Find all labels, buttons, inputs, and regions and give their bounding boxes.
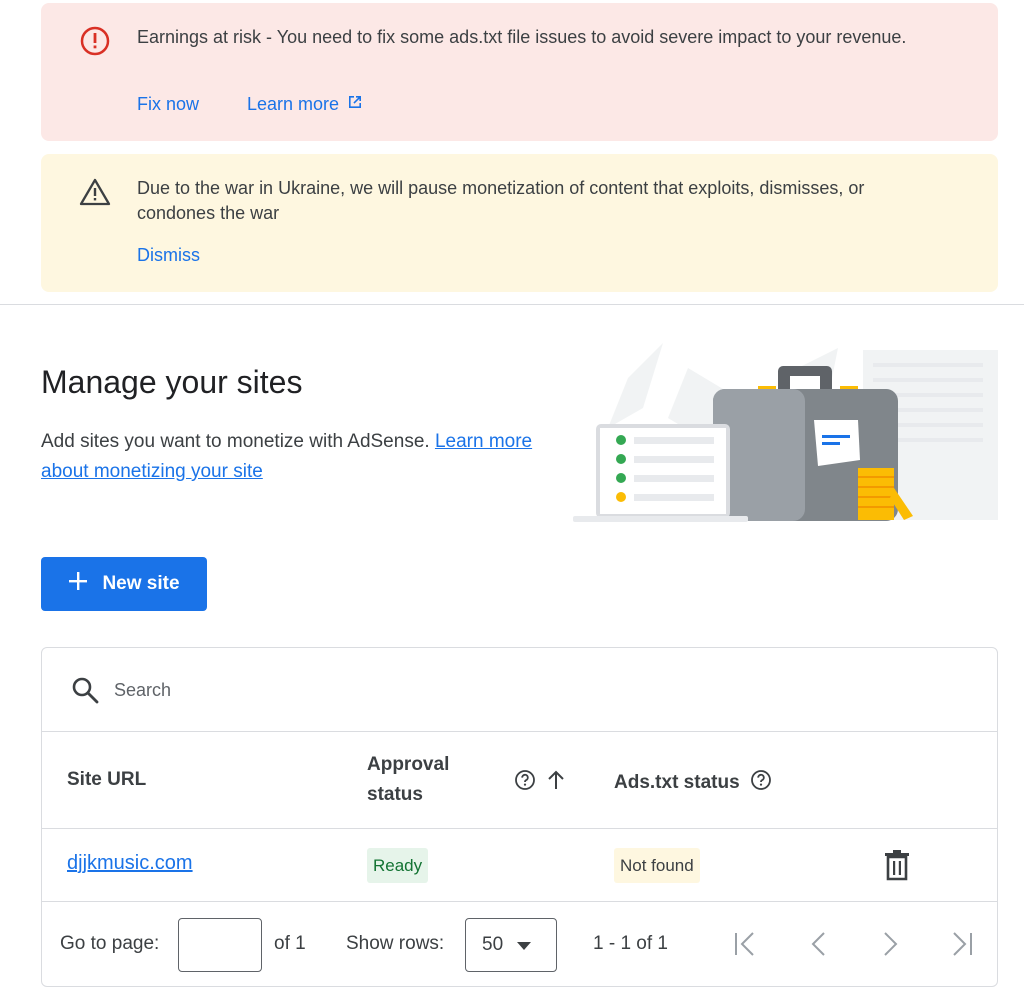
previous-page-icon[interactable] — [805, 930, 833, 958]
learn-more-link[interactable]: Learn more — [247, 94, 363, 115]
warning-icon — [79, 176, 111, 208]
new-site-button[interactable]: New site — [41, 557, 207, 611]
go-to-page-label: Go to page: — [60, 933, 160, 954]
ukraine-warning-alert: Due to the war in Ukraine, we will pause… — [41, 154, 998, 292]
search-input[interactable] — [114, 674, 614, 706]
open-in-new-icon — [347, 94, 363, 115]
page-count: of 1 — [274, 933, 306, 954]
column-site-url[interactable]: Site URL — [67, 769, 146, 791]
fix-now-label: Fix now — [137, 94, 200, 114]
page-number-input[interactable] — [178, 918, 262, 972]
earnings-risk-alert: Earnings at risk - You need to fix some … — [41, 3, 998, 141]
page-description: Add sites you want to monetize with AdSe… — [41, 427, 561, 487]
help-icon[interactable] — [514, 769, 536, 796]
rows-per-page-value: 50 — [482, 934, 504, 955]
section-divider — [0, 304, 1024, 305]
next-page-icon[interactable] — [876, 930, 904, 958]
dismiss-link[interactable]: Dismiss — [137, 245, 200, 266]
dismiss-label: Dismiss — [137, 245, 200, 265]
table-row: djjkmusic.com Ready Not found — [42, 829, 997, 902]
table-header: Site URL Approval status Ads.txt status — [42, 732, 997, 829]
site-url-link[interactable]: djjkmusic.com — [67, 852, 193, 875]
alert-message: Due to the war in Ukraine, we will pause… — [137, 178, 865, 223]
rows-range: 1 - 1 of 1 — [593, 933, 668, 954]
alert-message: Earnings at risk - You need to fix some … — [137, 27, 907, 47]
learn-more-label: Learn more — [247, 94, 340, 114]
new-site-label: New site — [102, 573, 180, 594]
ads-txt-status-badge: Not found — [614, 848, 700, 883]
help-icon[interactable] — [750, 769, 772, 797]
description-text: Add sites you want to monetize with AdSe… — [41, 431, 430, 452]
ads-txt-column-label: Ads.txt status — [614, 772, 740, 793]
first-page-icon[interactable] — [731, 930, 759, 958]
dropdown-arrow-icon — [517, 934, 532, 956]
column-approval-status[interactable]: Approval status — [367, 750, 487, 810]
sites-table: Site URL Approval status Ads.txt status — [41, 647, 998, 987]
search-icon — [70, 675, 100, 705]
fix-now-link[interactable]: Fix now — [137, 94, 199, 115]
search-bar — [42, 648, 997, 732]
error-icon — [79, 25, 111, 57]
sort-ascending-icon[interactable] — [546, 769, 566, 796]
rows-per-page-select[interactable]: 50 — [465, 918, 557, 972]
plus-icon — [68, 571, 88, 597]
approval-status-badge: Ready — [367, 848, 429, 883]
pagination: Go to page: of 1 Show rows: 50 1 - 1 of … — [42, 902, 997, 986]
show-rows-label: Show rows: — [346, 933, 445, 954]
sites-illustration — [568, 338, 998, 528]
last-page-icon[interactable] — [948, 930, 976, 958]
delete-icon[interactable] — [882, 848, 912, 882]
column-ads-txt-status[interactable]: Ads.txt status — [614, 769, 772, 797]
page-title: Manage your sites — [41, 364, 303, 400]
